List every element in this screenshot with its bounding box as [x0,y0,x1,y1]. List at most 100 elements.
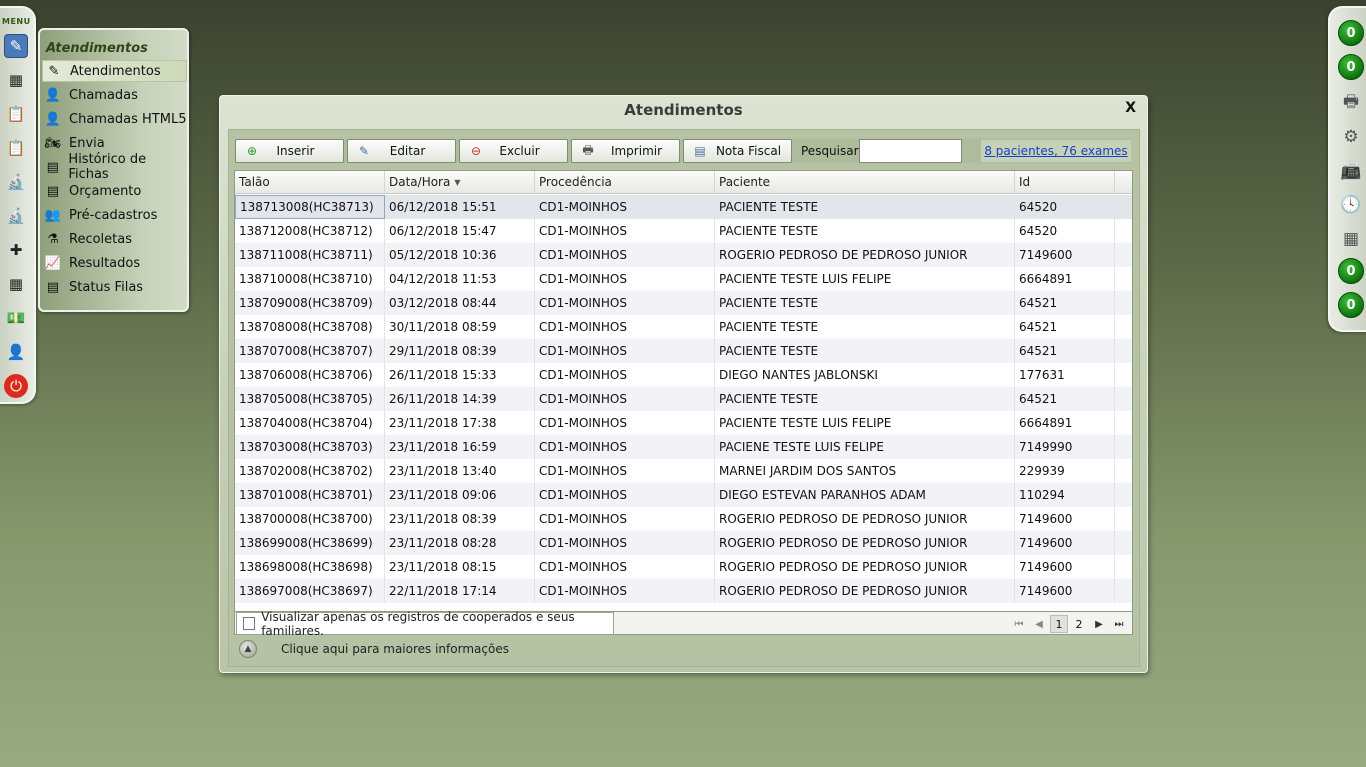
user-admin-icon[interactable]: 👤 [4,340,28,364]
cell-talao[interactable]: 138699008(HC38699) [235,531,385,555]
cell-id[interactable]: 7149600 [1015,579,1115,603]
page-2-button[interactable]: 2 [1070,615,1088,633]
page-1-button[interactable]: 1 [1050,615,1068,633]
cell-id[interactable]: 7149990 [1015,435,1115,459]
summary-link[interactable]: 8 pacientes, 76 exames [981,140,1131,162]
cell-id[interactable]: 7149600 [1015,243,1115,267]
cell-data-hora[interactable]: 22/11/2018 17:14 [385,579,535,603]
table-row[interactable]: 138699008(HC38699) 23/11/2018 08:28 CD1-MO… [235,531,1132,555]
calculator-icon[interactable]: ▦ [1338,226,1364,252]
cell-procedencia[interactable]: CD1-MOINHOS [535,483,715,507]
cell-paciente[interactable]: ROGERIO PEDROSO DE PEDROSO JUNIOR [715,579,1015,603]
cell-paciente[interactable]: ROGERIO PEDROSO DE PEDROSO JUNIOR [715,507,1015,531]
table-row[interactable]: 138704008(HC38704) 23/11/2018 17:38 CD1-MO… [235,411,1132,435]
table-row[interactable]: 138710008(HC38710) 04/12/2018 11:53 CD1-MO… [235,267,1132,291]
gear-icon[interactable]: ⚙ [1338,124,1364,150]
cell-data-hora[interactable]: 26/11/2018 15:33 [385,363,535,387]
last-page-icon[interactable]: ⏭ [1110,615,1128,633]
cell-talao[interactable]: 138706008(HC38706) [235,363,385,387]
cell-procedencia[interactable]: CD1-MOINHOS [535,195,715,219]
submenu-item-5[interactable]: ▤ Orçamento [42,180,187,202]
cell-data-hora[interactable]: 06/12/2018 15:47 [385,219,535,243]
cell-data-hora[interactable]: 23/11/2018 08:39 [385,507,535,531]
cell-talao[interactable]: 138705008(HC38705) [235,387,385,411]
microscope-2-icon[interactable]: 🔬 [4,204,28,228]
table-row[interactable]: 138702008(HC38702) 23/11/2018 13:40 CD1-MO… [235,459,1132,483]
cell-id[interactable]: 6664891 [1015,411,1115,435]
cooperados-filter[interactable]: Visualizar apenas os registros de cooper… [236,610,614,638]
cell-paciente[interactable]: PACIENTE TESTE [715,195,1015,219]
cell-id[interactable]: 110294 [1015,483,1115,507]
cell-procedencia[interactable]: CD1-MOINHOS [535,579,715,603]
cell-paciente[interactable]: ROGERIO PEDROSO DE PEDROSO JUNIOR [715,555,1015,579]
cell-talao[interactable]: 138702008(HC38702) [235,459,385,483]
first-aid-icon[interactable]: ✚ [4,238,28,262]
cell-paciente[interactable]: DIEGO NANTES JABLONSKI [715,363,1015,387]
cell-paciente[interactable]: MARNEI JARDIM DOS SANTOS [715,459,1015,483]
cell-procedencia[interactable]: CD1-MOINHOS [535,339,715,363]
counter-badge-2[interactable]: 0 [1338,54,1364,80]
column-header-id[interactable]: Id [1015,171,1115,194]
cell-data-hora[interactable]: 23/11/2018 16:59 [385,435,535,459]
cell-procedencia[interactable]: CD1-MOINHOS [535,243,715,267]
cell-id[interactable]: 64521 [1015,315,1115,339]
cell-talao[interactable]: 138711008(HC38711) [235,243,385,267]
cell-paciente[interactable]: PACIENTE TESTE [715,387,1015,411]
table-row[interactable]: 138698008(HC38698) 23/11/2018 08:15 CD1-MO… [235,555,1132,579]
clipboard-icon[interactable]: 📋 [4,102,28,126]
cell-talao[interactable]: 138704008(HC38704) [235,411,385,435]
cell-talao[interactable]: 138709008(HC38709) [235,291,385,315]
column-header-procedencia[interactable]: Procedência [535,171,715,194]
table-row[interactable]: 138697008(HC38697) 22/11/2018 17:14 CD1-MO… [235,579,1132,603]
cell-id[interactable]: 64521 [1015,291,1115,315]
cell-data-hora[interactable]: 29/11/2018 08:39 [385,339,535,363]
column-header-talao[interactable]: Talão [235,171,385,194]
cell-id[interactable]: 64521 [1015,339,1115,363]
cell-procedencia[interactable]: CD1-MOINHOS [535,291,715,315]
cell-id[interactable]: 64521 [1015,387,1115,411]
cell-data-hora[interactable]: 23/11/2018 09:06 [385,483,535,507]
chevron-up-icon[interactable]: ▲ [239,640,257,658]
table-row[interactable]: 138708008(HC38708) 30/11/2018 08:59 CD1-MO… [235,315,1132,339]
table-row[interactable]: 138709008(HC38709) 03/12/2018 08:44 CD1-MO… [235,291,1132,315]
cell-procedencia[interactable]: CD1-MOINHOS [535,411,715,435]
submenu-item-2[interactable]: 👤 Chamadas HTML5 [42,108,187,130]
cell-talao[interactable]: 138708008(HC38708) [235,315,385,339]
money-icon[interactable]: 💵 [4,306,28,330]
cell-id[interactable]: 7149600 [1015,531,1115,555]
cell-procedencia[interactable]: CD1-MOINHOS [535,459,715,483]
cell-talao[interactable]: 138701008(HC38701) [235,483,385,507]
clock-icon[interactable]: 🕓 [1338,192,1364,218]
next-page-icon[interactable]: ▶ [1090,615,1108,633]
prev-page-icon[interactable]: ◀ [1030,615,1048,633]
cell-procedencia[interactable]: CD1-MOINHOS [535,435,715,459]
cell-data-hora[interactable]: 05/12/2018 10:36 [385,243,535,267]
submenu-item-0[interactable]: ✎ Atendimentos [42,60,187,82]
cell-data-hora[interactable]: 30/11/2018 08:59 [385,315,535,339]
cell-id[interactable]: 177631 [1015,363,1115,387]
table-row[interactable]: 138707008(HC38707) 29/11/2018 08:39 CD1-MO… [235,339,1132,363]
table-row[interactable]: 138712008(HC38712) 06/12/2018 15:47 CD1-MO… [235,219,1132,243]
cell-data-hora[interactable]: 04/12/2018 11:53 [385,267,535,291]
cell-data-hora[interactable]: 23/11/2018 17:38 [385,411,535,435]
submenu-item-3[interactable]: 🏍 Envia [42,132,187,154]
cooperados-checkbox[interactable] [243,617,256,630]
counter-badge-1[interactable]: 0 [1338,20,1364,46]
cell-procedencia[interactable]: CD1-MOINHOS [535,267,715,291]
cell-id[interactable]: 7149600 [1015,555,1115,579]
info-row[interactable]: ▲ Clique aqui para maiores informações [239,640,509,658]
delete-button[interactable]: ⊖ Excluir [459,139,568,163]
cell-data-hora[interactable]: 23/11/2018 08:15 [385,555,535,579]
table-row[interactable]: 138700008(HC38700) 23/11/2018 08:39 CD1-MO… [235,507,1132,531]
table-row[interactable]: 138706008(HC38706) 26/11/2018 15:33 CD1-MO… [235,363,1132,387]
cell-paciente[interactable]: PACIENTE TESTE [715,219,1015,243]
cell-data-hora[interactable]: 23/11/2018 08:28 [385,531,535,555]
counter-badge-3[interactable]: 0 [1338,258,1364,284]
submenu-item-1[interactable]: 👤 Chamadas [42,84,187,106]
print-button[interactable]: 🖶 Imprimir [571,139,680,163]
submenu-item-9[interactable]: ▤ Status Filas [42,276,187,298]
edit-button[interactable]: ✎ Editar [347,139,456,163]
cell-procedencia[interactable]: CD1-MOINHOS [535,219,715,243]
cell-paciente[interactable]: ROGERIO PEDROSO DE PEDROSO JUNIOR [715,243,1015,267]
cell-procedencia[interactable]: CD1-MOINHOS [535,363,715,387]
